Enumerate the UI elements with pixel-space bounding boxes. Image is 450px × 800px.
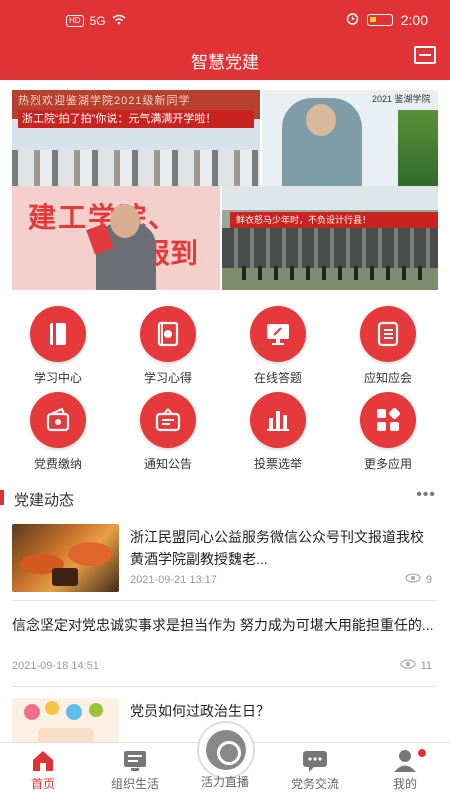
news-date: 2021-09-18 14:51 (12, 660, 99, 672)
news-date: 2021-09-21 13:17 (130, 574, 217, 586)
banner-photo-campus: 鲜衣怒马少年时，不负设计行县！ (222, 186, 438, 290)
notebook-icon (140, 306, 196, 362)
apps-grid-icon (360, 392, 416, 448)
noticeboard-icon (140, 392, 196, 448)
menu-label: 党费缴纳 (33, 457, 82, 471)
menu-label: 在线答题 (253, 371, 302, 385)
views-value: 9 (425, 573, 432, 586)
menu-study-notes[interactable]: 学习心得 (128, 306, 208, 386)
building-graphic (222, 228, 438, 268)
divider (12, 686, 438, 687)
eye-icon (399, 659, 416, 672)
nav-live[interactable]: 活力直播 (190, 773, 260, 790)
notification-dot (418, 749, 426, 757)
alarm-icon (346, 12, 359, 28)
menu-label: 学习中心 (33, 371, 82, 385)
document-list-icon (360, 306, 416, 362)
section-title: 党建动态 (14, 492, 75, 509)
book-icon (30, 306, 86, 362)
plant-graphic (398, 110, 438, 186)
page-title: 智慧党建 (191, 53, 259, 72)
nav-org-life[interactable]: 组织生活 (100, 749, 170, 792)
signal-indicator: 5G (89, 14, 106, 28)
status-bar: HD 5G 2:00 (0, 0, 450, 42)
news-thumbnail (12, 524, 119, 592)
news-title: 党员如何过政治生日？ (130, 703, 270, 719)
camera-aperture-icon[interactable] (197, 721, 255, 779)
news-title: 浙江民盟同心公益服务微信公众号刊文报道我校黄酒学院副教授魏老... (130, 529, 424, 567)
wallet-icon (30, 392, 86, 448)
menu-online-quiz[interactable]: 在线答题 (238, 306, 318, 386)
nav-label: 我的 (392, 777, 417, 791)
home-icon (8, 749, 78, 775)
bar-chart-icon (250, 392, 306, 448)
campus-banner-text: 鲜衣怒马少年时，不负设计行县！ (230, 212, 438, 228)
news-thumbnail (12, 698, 119, 742)
menu-more-apps[interactable]: 更多应用 (348, 392, 428, 472)
crowd-graphic (12, 150, 260, 186)
divider (12, 600, 438, 601)
screen-icon (100, 749, 170, 775)
menu-learning-center[interactable]: 学习中心 (18, 306, 98, 386)
menu-label: 通知公告 (143, 457, 192, 471)
news-view-count: 11 (399, 659, 432, 672)
user-icon (370, 749, 440, 775)
menu-voting[interactable]: 投票选举 (238, 392, 318, 472)
registrant-head (110, 204, 140, 238)
news-title: 信念坚定对党忠诚实事求是担当作为 努力成为可堪大用能担重任的... (12, 617, 434, 633)
monitor-pen-icon (250, 306, 306, 362)
battery-icon (366, 14, 393, 26)
menu-label: 投票选举 (253, 457, 302, 471)
nav-mine[interactable]: 我的 (370, 749, 440, 792)
news-item[interactable]: 浙江民盟同心公益服务微信公众号刊文报道我校黄酒学院副教授魏老... 2021-0… (0, 518, 450, 594)
menu-party-fee[interactable]: 党费缴纳 (18, 392, 98, 472)
poster-tag: 2021 鉴湖学院 (372, 94, 431, 104)
banner-slogan-text: 浙工院“拍了拍”你说：元气满满开学啦！ (18, 110, 254, 128)
sky-graphic (222, 186, 438, 210)
bottom-navigation: 首页 组织生活 活力直播 党务交流 我的 (0, 721, 450, 800)
wifi-icon (112, 14, 126, 28)
banner-photo-registration: 建工学院、 报到 (12, 186, 220, 290)
section-accent-bar (0, 490, 4, 505)
banner-photo-student-poster: 2021 鉴湖学院 (262, 90, 438, 186)
banner-photo-welcome: 热烈欢迎鉴湖学院2021级新同学 浙工院“拍了拍”你说：元气满满开学啦！ (12, 90, 260, 186)
menu-need-to-know[interactable]: 应知应会 (348, 306, 428, 386)
nav-label: 活力直播 (200, 775, 249, 789)
scan-icon[interactable] (414, 46, 436, 64)
menu-label: 更多应用 (363, 457, 412, 471)
people-graphic (242, 266, 422, 280)
menu-notices[interactable]: 通知公告 (128, 392, 208, 472)
chat-icon (280, 749, 350, 775)
news-view-count: 9 (405, 573, 432, 586)
nav-label: 组织生活 (110, 777, 159, 791)
hd-badge: HD (66, 15, 84, 27)
more-options-icon[interactable]: ••• (416, 486, 436, 504)
views-value: 11 (420, 659, 432, 672)
party-news-section-header: 党建动态 ••• (0, 484, 450, 512)
nav-party-exchange[interactable]: 党务交流 (280, 749, 350, 792)
app-header: HD 5G 2:00 智慧党建 (0, 0, 450, 80)
menu-label: 学习心得 (143, 371, 192, 385)
banner-carousel[interactable]: 热烈欢迎鉴湖学院2021级新同学 浙工院“拍了拍”你说：元气满满开学啦！ 202… (12, 90, 438, 290)
clock-time: 2:00 (400, 12, 428, 28)
nav-home[interactable]: 首页 (8, 749, 78, 792)
student-head (306, 104, 336, 136)
menu-label: 应知应会 (363, 371, 412, 385)
nav-label: 党务交流 (290, 777, 339, 791)
eye-icon (405, 573, 421, 586)
nav-label: 首页 (30, 777, 55, 791)
feature-grid: 学习中心 学习心得 在线答题 应知应会 党费缴纳 通知公告 投票选举 更多应用 (0, 302, 450, 472)
banner-welcome-text: 热烈欢迎鉴湖学院2021级新同学 (18, 95, 191, 107)
news-item[interactable]: 信念坚定对党忠诚实事求是担当作为 努力成为可堪大用能担重任的... 2021-0… (0, 606, 450, 682)
